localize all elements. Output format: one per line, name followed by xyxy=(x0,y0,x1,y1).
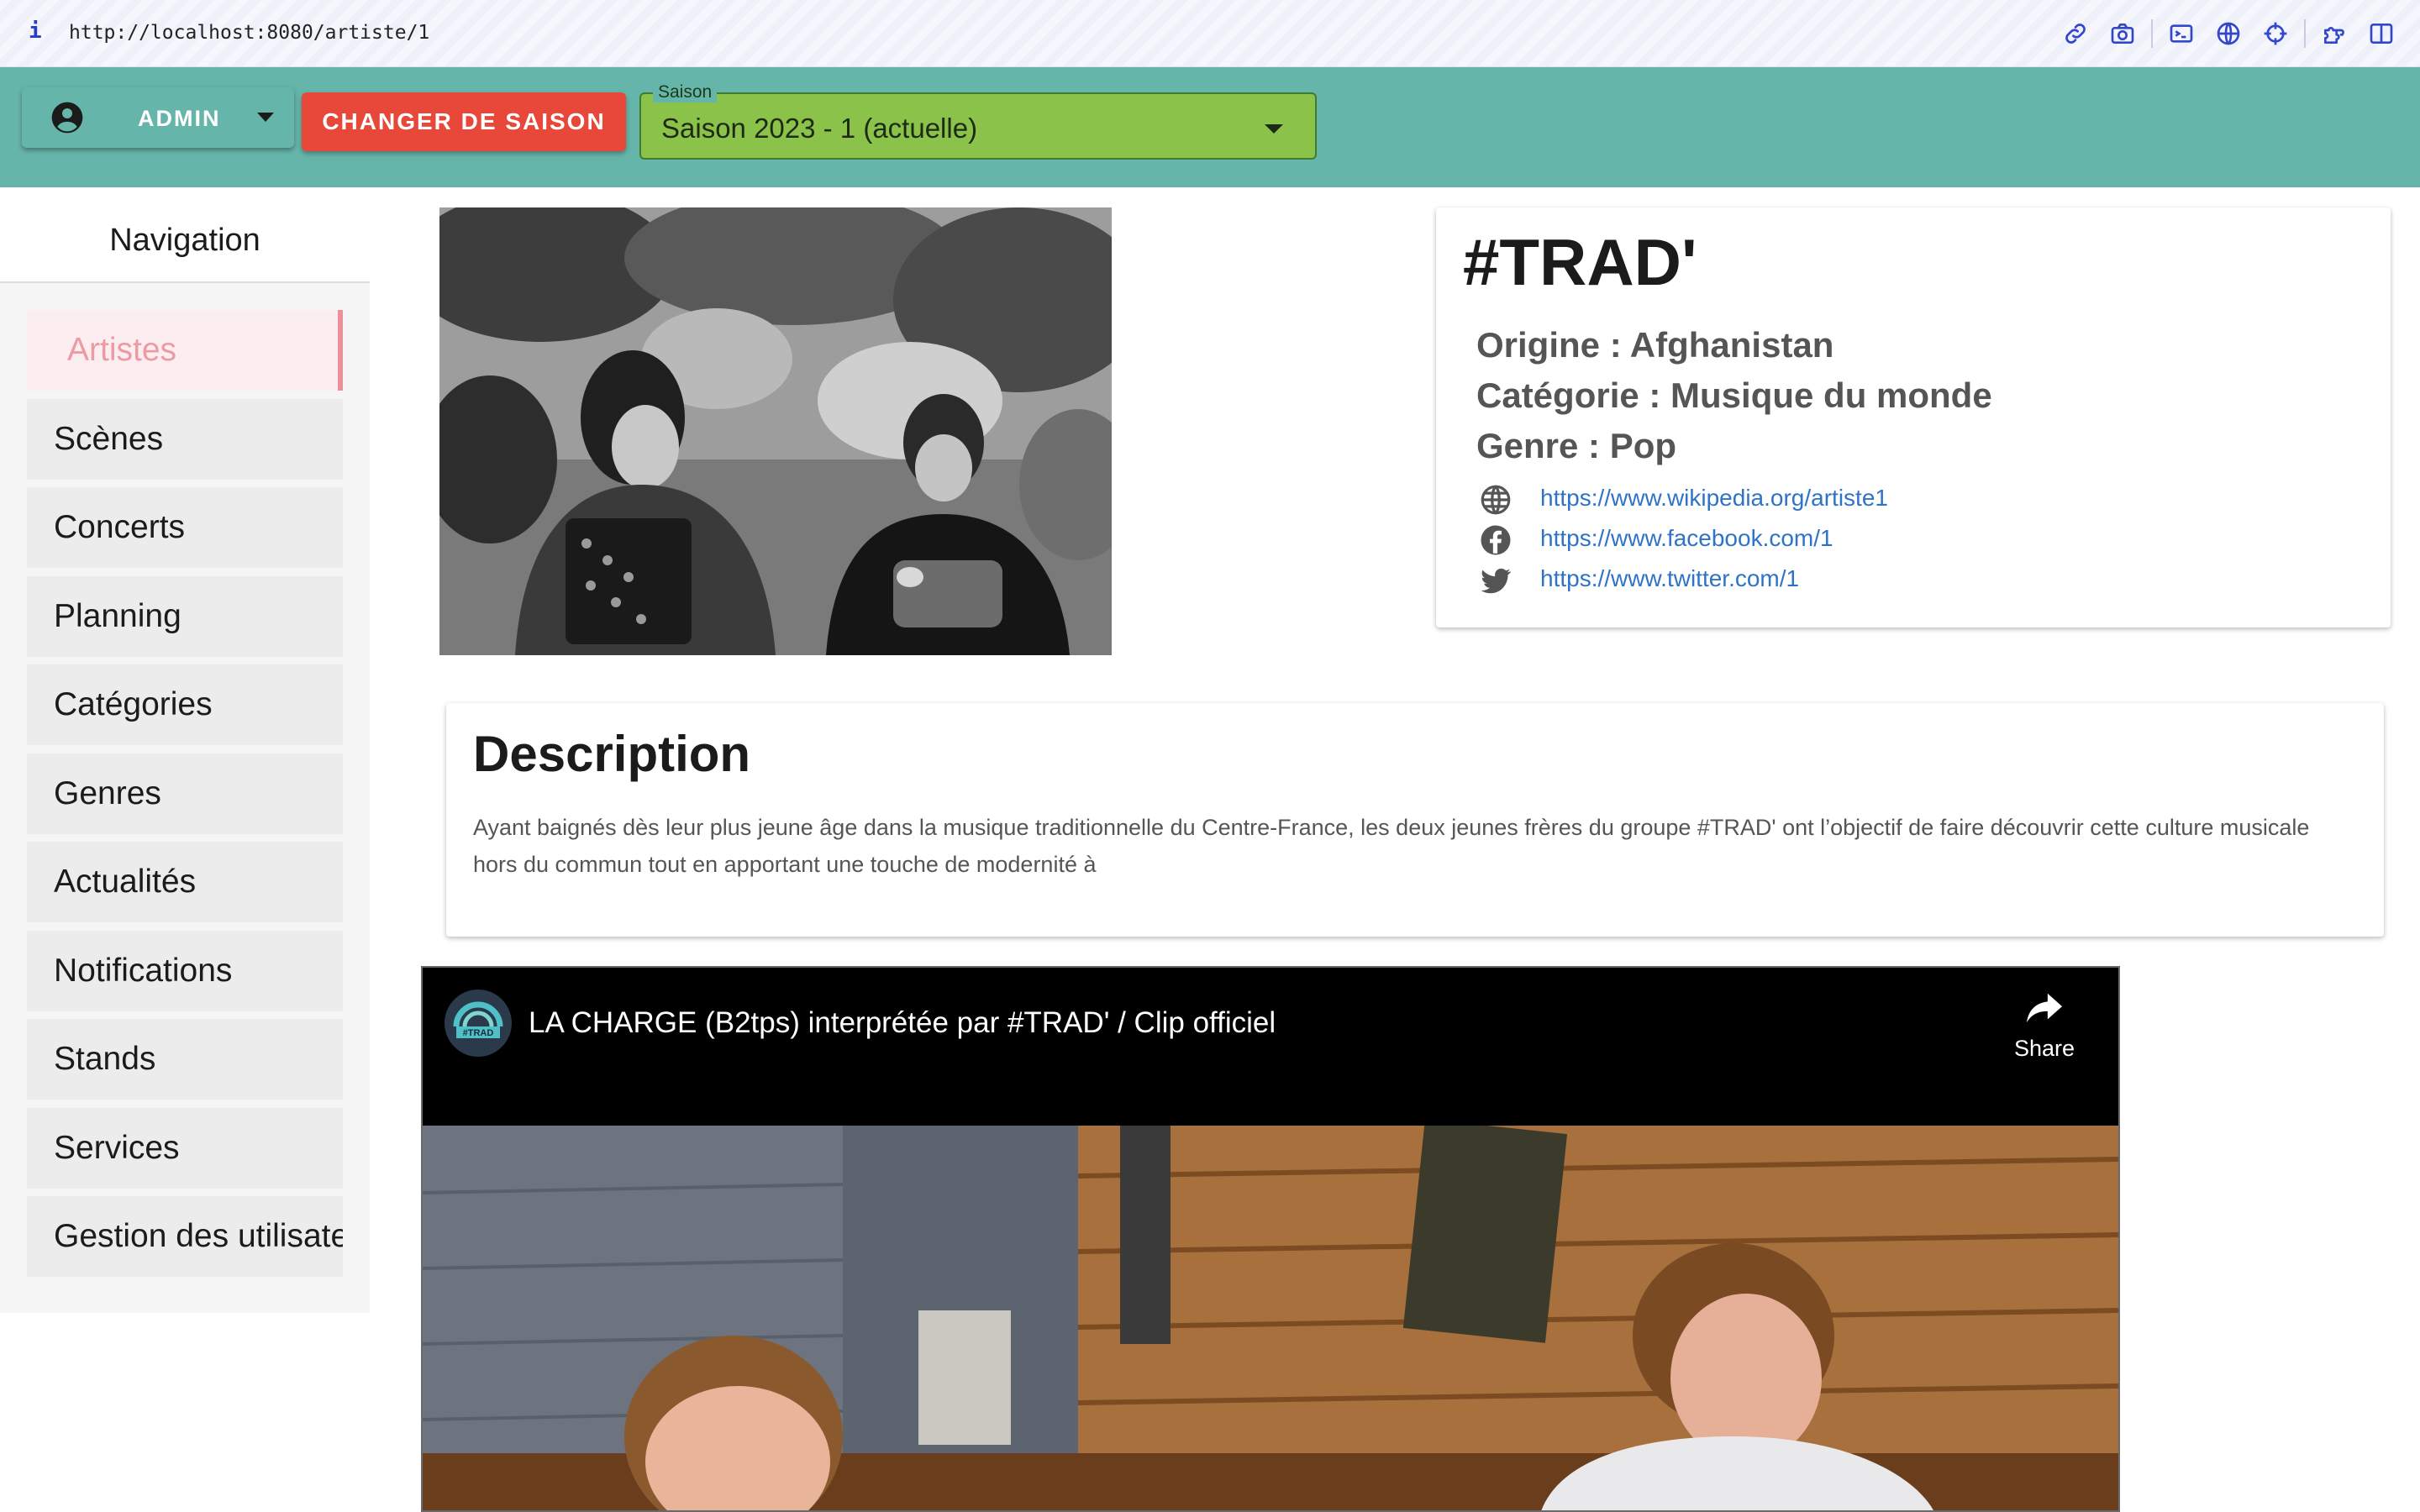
video-thumbnail xyxy=(423,1126,2118,1510)
share-icon xyxy=(2026,993,2063,1023)
sidebar-item-scenes[interactable]: Scènes xyxy=(27,398,343,480)
facebook-icon xyxy=(1481,525,1511,555)
camera-icon[interactable] xyxy=(2099,17,2146,50)
globe-icon xyxy=(1481,485,1511,515)
sidebar-nav: Artistes Scènes Concerts Planning Catégo… xyxy=(27,310,343,1285)
sidebar-item-gestion-utilisateurs[interactable]: Gestion des utilisateurs xyxy=(27,1196,343,1277)
chevron-down-icon xyxy=(1265,124,1283,134)
sidebar-item-artistes[interactable]: Artistes xyxy=(27,310,343,391)
artist-category: Catégorie : Musique du monde xyxy=(1476,375,1992,415)
sidebar-item-actualites[interactable]: Actualités xyxy=(27,842,343,922)
crosshair-icon[interactable] xyxy=(2252,17,2299,50)
channel-logo-text: #TRAD xyxy=(463,1028,494,1038)
sidebar-item-concerts[interactable]: Concerts xyxy=(27,487,343,568)
twitter-link-row: https://www.twitter.com/1 xyxy=(1478,562,1799,599)
twitter-icon xyxy=(1481,568,1512,594)
video-title[interactable]: LA CHARGE (B2tps) interprétée par #TRAD'… xyxy=(529,1006,1276,1040)
season-select[interactable]: Saison Saison 2023 - 1 (actuelle) xyxy=(639,82,1317,160)
user-menu-button[interactable]: ADMIN xyxy=(22,87,294,148)
address-field[interactable]: http://localhost:8080/artiste/1 xyxy=(69,22,429,44)
description-card: Description Ayant baignés dès leur plus … xyxy=(446,703,2384,937)
link-icon[interactable] xyxy=(2052,17,2099,50)
facebook-link-row: https://www.facebook.com/1 xyxy=(1478,522,1833,559)
sidebar-item-planning[interactable]: Planning xyxy=(27,575,343,657)
sidebar: Navigation Artistes Scènes Concerts Plan… xyxy=(0,187,370,1313)
sidebar-title: Navigation xyxy=(0,187,370,283)
video-player[interactable]: #TRAD LA CHARGE (B2tps) interprétée par … xyxy=(421,966,2120,1512)
channel-logo[interactable]: #TRAD xyxy=(445,990,512,1057)
user-menu-label: ADMIN xyxy=(138,106,221,131)
share-label: Share xyxy=(2013,1036,2075,1061)
sidebar-item-stands[interactable]: Stands xyxy=(27,1019,343,1100)
sidebar-icon[interactable] xyxy=(2358,17,2405,50)
facebook-link[interactable]: https://www.facebook.com/1 xyxy=(1540,525,1833,552)
sidebar-item-notifications[interactable]: Notifications xyxy=(27,930,343,1011)
chevron-down-icon xyxy=(257,113,274,122)
app-header: ADMIN CHANGER DE SAISON Saison Saison 20… xyxy=(0,67,2420,187)
website-link[interactable]: https://www.wikipedia.org/artiste1 xyxy=(1540,485,1888,512)
artist-photo xyxy=(439,207,1112,655)
browser-toolbar xyxy=(2052,17,2405,50)
terminal-icon[interactable] xyxy=(2158,17,2205,50)
extensions-icon[interactable] xyxy=(2311,17,2358,50)
website-link-row: https://www.wikipedia.org/artiste1 xyxy=(1478,481,1888,518)
account-circle-icon xyxy=(51,102,83,134)
artist-genre: Genre : Pop xyxy=(1476,426,1677,465)
season-select-label: Saison xyxy=(653,82,718,102)
description-title: Description xyxy=(473,726,751,782)
toolbar-divider xyxy=(2304,19,2306,48)
description-text: Ayant baignés dès leur plus jeune âge da… xyxy=(473,815,2310,877)
artist-origin: Origine : Afghanistan xyxy=(1476,325,1834,365)
toolbar-divider xyxy=(2151,19,2153,48)
change-season-button[interactable]: CHANGER DE SAISON xyxy=(302,92,626,151)
globe-icon[interactable] xyxy=(2205,17,2252,50)
artist-name: #TRAD' xyxy=(1463,225,1697,299)
artist-info-card: #TRAD' Origine : Afghanistan Catégorie :… xyxy=(1436,207,2391,627)
sidebar-item-genres[interactable]: Genres xyxy=(27,753,343,834)
share-button[interactable]: Share xyxy=(2011,991,2078,1062)
sidebar-item-categories[interactable]: Catégories xyxy=(27,664,343,745)
browser-url-bar: i http://localhost:8080/artiste/1 xyxy=(0,0,2420,67)
twitter-link[interactable]: https://www.twitter.com/1 xyxy=(1540,565,1799,592)
season-select-value: Saison 2023 - 1 (actuelle) xyxy=(661,113,978,144)
page-info-icon[interactable]: i xyxy=(29,18,42,44)
sidebar-item-services[interactable]: Services xyxy=(27,1107,343,1189)
